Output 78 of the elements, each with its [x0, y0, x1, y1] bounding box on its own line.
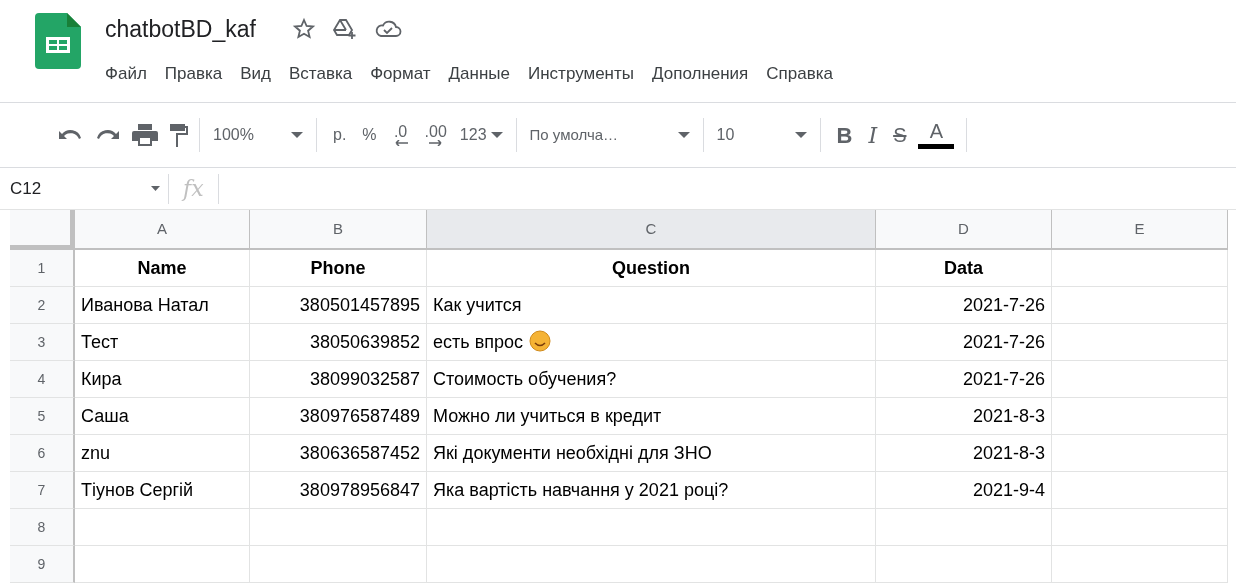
table-cell: Можно ли учиться в кредит	[427, 398, 876, 435]
caret-icon	[677, 132, 690, 138]
row-header[interactable]: 1	[10, 250, 75, 287]
table-cell: 2021-9-4	[876, 472, 1052, 509]
text-color-button[interactable]: A	[914, 115, 959, 155]
table-cell: Как учится	[427, 287, 876, 324]
table-cell: 2021-7-26	[876, 324, 1052, 361]
right-arrow-icon	[427, 140, 444, 146]
table-cell: Які документи необхідні для ЗНО	[427, 435, 876, 472]
menu-item[interactable]: Правка	[158, 60, 229, 86]
row-header[interactable]: 6	[10, 435, 75, 472]
column-header[interactable]: E	[1052, 210, 1228, 250]
drive-add-icon[interactable]	[331, 17, 358, 42]
header-cell: Name	[75, 250, 250, 287]
print-icon[interactable]	[131, 122, 159, 148]
menu-item[interactable]: Формат	[364, 60, 437, 86]
menu-item[interactable]: Файл	[99, 60, 153, 86]
menu-item[interactable]: Вид	[234, 60, 277, 86]
table-cell: 380978956847	[250, 472, 427, 509]
header-cell: Question	[427, 250, 876, 287]
increase-decimals-button[interactable]: .00	[416, 118, 455, 152]
table-cell: 38099032587	[250, 361, 427, 398]
row-header[interactable]: 3	[10, 324, 75, 361]
number-format-dropdown[interactable]: 123	[454, 121, 508, 149]
bold-button[interactable]: B	[828, 121, 861, 149]
header-cell: Phone	[250, 250, 427, 287]
table-cell: 2021-8-3	[876, 435, 1052, 472]
paint-format-icon[interactable]	[167, 122, 191, 148]
document-title[interactable]: chatbotBD_kaf	[105, 12, 256, 47]
left-arrow-icon	[392, 140, 409, 146]
row-header[interactable]: 5	[10, 398, 75, 435]
table-cell: Тест	[75, 324, 250, 361]
spreadsheet-logo[interactable]	[35, 13, 81, 69]
font-dropdown[interactable]: По умолча…	[524, 121, 695, 149]
caret-icon	[490, 132, 503, 138]
table-cell: Саша	[75, 398, 250, 435]
caret-icon	[291, 132, 303, 138]
formula-icon: fx	[169, 172, 218, 205]
menu-item[interactable]: Вставка	[283, 60, 359, 86]
table-cell: Кира	[75, 361, 250, 398]
row-header[interactable]: 8	[10, 509, 75, 546]
caret-icon	[151, 186, 160, 191]
column-header[interactable]: D	[876, 210, 1052, 250]
menu-item[interactable]: Инструменты	[522, 60, 640, 86]
table-cell: Яка вартість навчання у 2021 році?	[427, 472, 876, 509]
table-cell: Иванова Натал	[75, 287, 250, 324]
name-box[interactable]: C12	[10, 175, 168, 202]
column-header[interactable]: B	[250, 210, 427, 250]
star-icon[interactable]	[291, 17, 316, 42]
zoom-dropdown[interactable]: 100%	[208, 121, 308, 149]
column-header[interactable]: A	[75, 210, 250, 250]
table-cell: 380976587489	[250, 398, 427, 435]
strikethrough-button[interactable]: S	[885, 121, 915, 149]
header-cell: Data	[876, 250, 1052, 287]
column-header[interactable]: C	[427, 210, 876, 250]
table-cell: 2021-7-26	[876, 361, 1052, 398]
table-cell: 380636587452	[250, 435, 427, 472]
table-cell: Стоимость обучения?	[427, 361, 876, 398]
row-header[interactable]: 9	[10, 546, 75, 583]
decrease-decimals-button[interactable]: .0	[384, 118, 417, 152]
row-header[interactable]: 2	[10, 287, 75, 324]
table-cell: znu	[75, 435, 250, 472]
table-cell: 380501457895	[250, 287, 427, 324]
row-header[interactable]: 7	[10, 472, 75, 509]
percent-button[interactable]: %	[354, 121, 385, 149]
menu-item[interactable]: Данные	[442, 60, 516, 86]
italic-button[interactable]: I	[860, 121, 886, 149]
menu-item[interactable]: Дополнения	[646, 60, 755, 86]
row-header[interactable]: 4	[10, 361, 75, 398]
table-cell: Тіунов Сергій	[75, 472, 250, 509]
menu-item[interactable]: Справка	[760, 60, 840, 86]
table-cell: 2021-8-3	[876, 398, 1052, 435]
font-size-dropdown[interactable]: 10	[711, 121, 812, 149]
caret-icon	[794, 132, 807, 138]
table-cell: 38050639852	[250, 324, 427, 361]
table-cell: есть впрос	[427, 324, 876, 361]
table-cell: 2021-7-26	[876, 287, 1052, 324]
currency-button[interactable]: р.	[325, 121, 355, 149]
